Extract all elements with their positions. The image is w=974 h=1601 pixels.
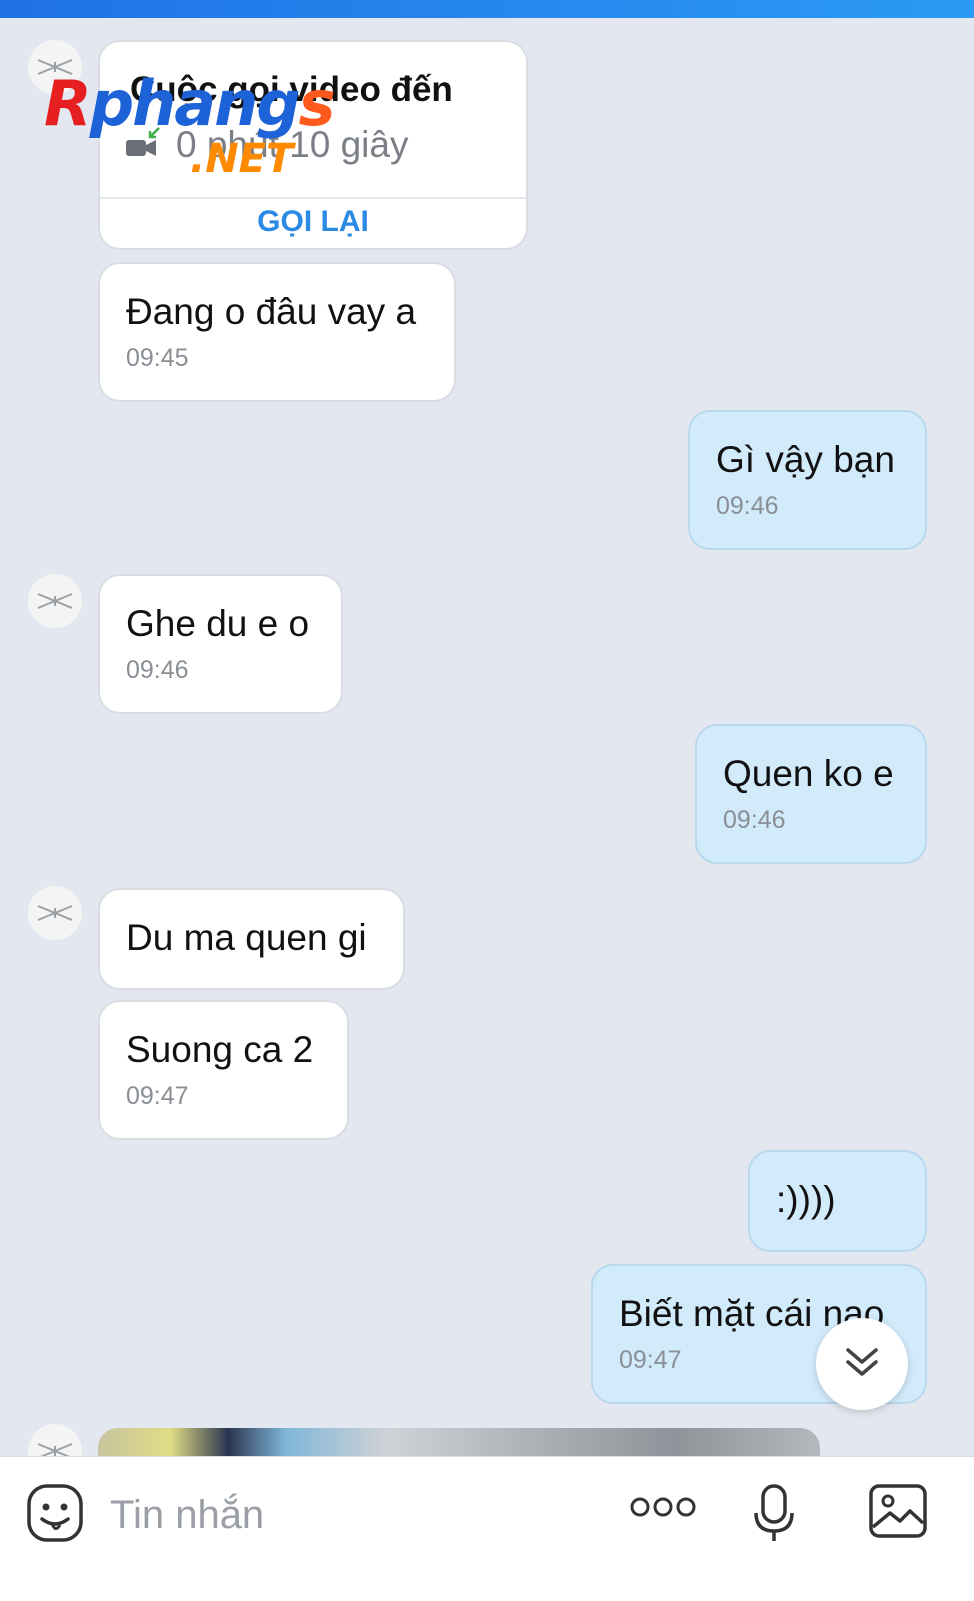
- watermark-logo: Rphangs: [44, 67, 336, 140]
- message-bubble-outgoing[interactable]: :)))): [748, 1150, 927, 1252]
- message-time: 09:46: [126, 656, 189, 684]
- message-composer: [0, 1456, 974, 1601]
- microphone-icon[interactable]: [752, 1483, 796, 1550]
- message-bubble-outgoing[interactable]: Quen ko e 09:46: [695, 724, 927, 864]
- message-text: Đang o đâu vay a: [126, 291, 417, 332]
- message-time: 09:46: [723, 806, 786, 834]
- message-text: Quen ko e: [723, 753, 894, 794]
- scroll-to-bottom-button[interactable]: [816, 1318, 908, 1410]
- message-input[interactable]: [108, 1479, 572, 1551]
- divider: [100, 197, 526, 199]
- contact-avatar[interactable]: [28, 574, 82, 628]
- emoji-icon[interactable]: [26, 1483, 84, 1548]
- message-time: 09:46: [716, 492, 779, 520]
- message-bubble-incoming[interactable]: Suong ca 2 09:47: [98, 1000, 349, 1140]
- contact-avatar[interactable]: [28, 886, 82, 940]
- watermark-suffix: .NET: [190, 136, 294, 182]
- image-icon[interactable]: [868, 1483, 928, 1544]
- more-icon[interactable]: [630, 1495, 696, 1524]
- message-bubble-incoming[interactable]: Du ma quen gi: [98, 888, 405, 990]
- chevron-double-down-icon: [844, 1344, 880, 1385]
- message-bubble-outgoing[interactable]: Gì vậy bạn 09:46: [688, 410, 927, 550]
- message-text: Gì vậy bạn: [716, 439, 895, 480]
- call-back-button[interactable]: GỌI LẠI: [100, 200, 526, 248]
- status-bar: [0, 0, 974, 18]
- message-time: 09:47: [126, 1082, 189, 1110]
- message-text: Du ma quen gi: [126, 917, 367, 958]
- message-bubble-incoming[interactable]: Ghe du e o 09:46: [98, 574, 343, 714]
- message-text: Ghe du e o: [126, 603, 310, 644]
- message-time: 09:45: [126, 344, 189, 372]
- message-text: :)))): [776, 1179, 836, 1220]
- message-bubble-incoming[interactable]: Đang o đâu vay a 09:45: [98, 262, 456, 402]
- message-list[interactable]: Cuộc gọi video đến 0 phút 10 giây GỌI LẠ…: [0, 18, 974, 1486]
- message-text: Suong ca 2: [126, 1029, 314, 1070]
